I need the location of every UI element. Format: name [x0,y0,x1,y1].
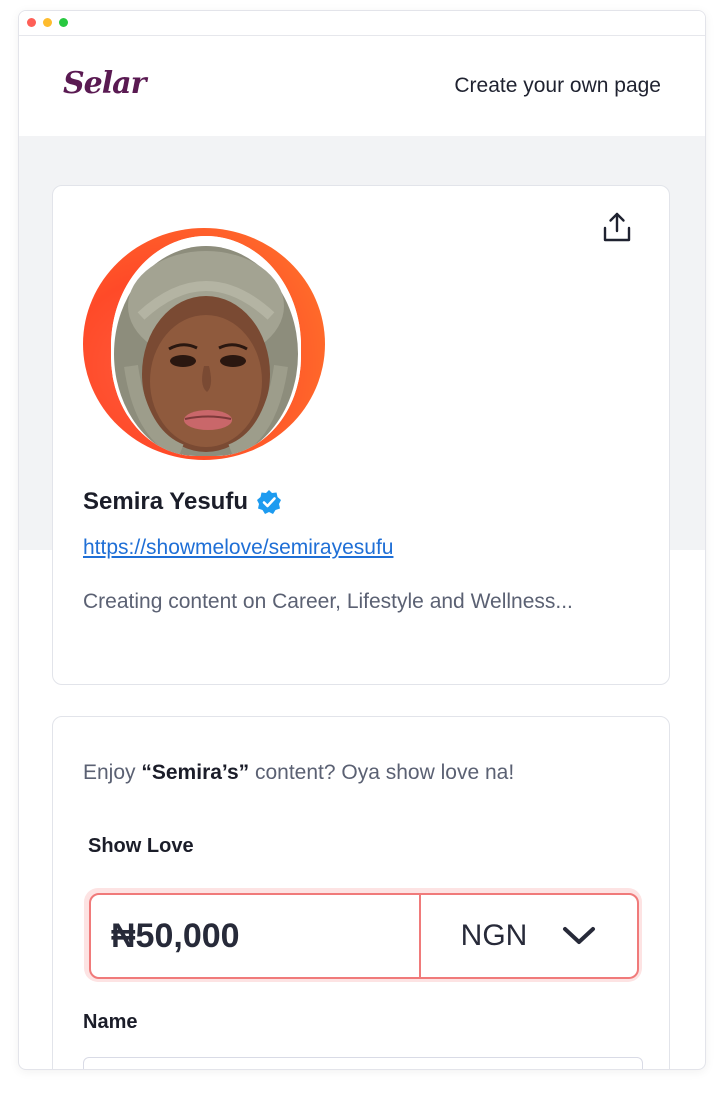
profile-name-row: Semira Yesufu [83,488,282,516]
support-prompt-prefix: Enjoy [83,761,142,784]
currency-value: NGN [460,919,528,952]
profile-bio: Creating content on Career, Lifestyle an… [83,590,573,613]
share-icon[interactable] [599,210,635,246]
avatar [83,228,325,460]
profile-url-link[interactable]: https://showmelove/semirayesufu [83,536,393,560]
name-input[interactable] [83,1057,643,1069]
support-prompt-suffix: content? Oya show love na! [249,761,515,784]
profile-name: Semira Yesufu [83,488,248,515]
amount-field-wrapper: NGN [89,893,639,979]
page-header: Selar Create your own page [19,36,705,136]
create-own-page-link[interactable]: Create your own page [454,74,661,98]
show-love-label: Show Love [88,835,194,857]
chevron-down-icon [563,927,596,944]
support-card: Enjoy “Semira’s” content? Oya show love … [52,716,670,1069]
currency-select[interactable]: NGN [421,895,637,977]
window-titlebar [19,11,705,36]
amount-field-group: NGN [84,888,642,982]
amount-input[interactable] [91,895,421,977]
support-prompt: Enjoy “Semira’s” content? Oya show love … [83,761,514,785]
browser-window: Selar Create your own page Semira Yesufu… [18,10,706,1070]
profile-card: Semira Yesufu https://showmelove/semiray… [52,185,670,685]
name-label: Name [83,1011,138,1033]
maximize-window-dot[interactable] [59,18,68,27]
support-prompt-name: “Semira’s” [141,761,250,784]
verified-badge-icon [256,490,281,514]
portrait-illustration [111,236,301,456]
avatar-photo [111,236,301,456]
minimize-window-dot[interactable] [43,18,52,27]
close-window-dot[interactable] [27,18,36,27]
selar-logo[interactable]: Selar [63,66,146,101]
